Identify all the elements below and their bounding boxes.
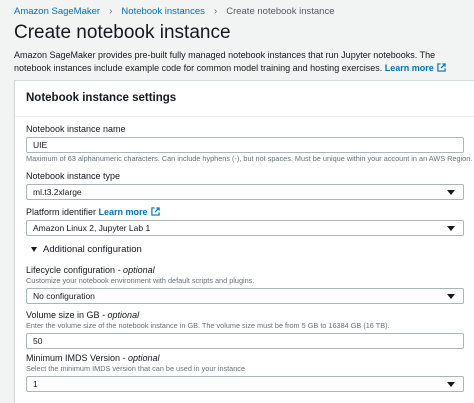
- platform-learn-more-label: Learn more: [98, 207, 148, 217]
- imds-hint: Select the minimum IMDS version that can…: [26, 364, 246, 373]
- lifecycle-hint: Customize your notebook environment with…: [26, 276, 255, 285]
- external-link-icon: [437, 62, 446, 72]
- instance-name-hint: Maximum of 63 alphanumeric characters. C…: [26, 154, 473, 163]
- imds-label: Minimum IMDS Version - optional: [26, 353, 464, 363]
- imds-field: Minimum IMDS Version - optional Select t…: [26, 353, 464, 392]
- breadcrumb-sagemaker[interactable]: Amazon SageMaker: [14, 6, 100, 17]
- lifecycle-value: No configuration: [33, 291, 95, 301]
- volume-input[interactable]: 50: [26, 333, 464, 349]
- instance-type-field: Notebook instance type ml.t3.2xlarge: [26, 171, 464, 200]
- page-description: Amazon SageMaker provides pre-built full…: [14, 49, 469, 74]
- breadcrumb-current: Create notebook instance: [226, 6, 335, 17]
- platform-label: Platform identifier Learn more: [26, 207, 464, 217]
- volume-field: Volume size in GB - optional Enter the v…: [26, 310, 464, 349]
- volume-hint: Enter the volume size of the notebook in…: [26, 321, 390, 330]
- instance-type-label: Notebook instance type: [26, 171, 121, 181]
- chevron-right-icon: ›: [213, 6, 218, 17]
- platform-value: Amazon Linux 2, Jupyter Lab 1: [33, 223, 151, 233]
- imds-value: 1: [33, 379, 38, 389]
- instance-name-field: Notebook instance name UIE Maximum of 63…: [26, 124, 473, 163]
- learn-more-label: Learn more: [384, 62, 434, 73]
- caret-down-icon: [447, 226, 455, 231]
- platform-learn-more-link[interactable]: Learn more: [99, 207, 160, 217]
- platform-label-text: Platform identifier: [26, 207, 97, 217]
- volume-optional: - optional: [99, 310, 140, 320]
- external-link-icon: [150, 207, 160, 216]
- caret-down-icon: [447, 294, 455, 299]
- imds-optional: - optional: [120, 353, 160, 363]
- instance-name-input[interactable]: UIE: [26, 137, 464, 153]
- lifecycle-label-text: Lifecycle configuration: [26, 265, 116, 275]
- lifecycle-label: Lifecycle configuration - optional: [26, 265, 464, 275]
- platform-select[interactable]: Amazon Linux 2, Jupyter Lab 1: [26, 220, 464, 236]
- panel-header: Notebook instance settings: [15, 81, 474, 117]
- settings-panel: Notebook instance settings Notebook inst…: [14, 80, 474, 403]
- additional-configuration-label: Additional configuration: [43, 244, 142, 255]
- triangle-down-icon: [31, 247, 37, 252]
- caret-down-icon: [447, 382, 455, 387]
- platform-field: Platform identifier Learn more Amazon Li…: [26, 207, 464, 236]
- volume-label: Volume size in GB - optional: [26, 310, 464, 320]
- volume-label-text: Volume size in GB: [26, 310, 100, 320]
- lifecycle-optional: - optional: [115, 265, 155, 275]
- instance-type-select[interactable]: ml.t3.2xlarge: [26, 184, 464, 200]
- chevron-right-icon: ›: [109, 6, 113, 17]
- learn-more-link[interactable]: Learn more: [385, 63, 446, 73]
- instance-type-value: ml.t3.2xlarge: [33, 187, 82, 197]
- page-title: Create notebook instance: [14, 22, 231, 43]
- additional-configuration-toggle[interactable]: Additional configuration: [26, 244, 142, 255]
- breadcrumb: Amazon SageMaker › Notebook instances › …: [14, 6, 335, 17]
- lifecycle-select[interactable]: No configuration: [26, 288, 464, 304]
- imds-select[interactable]: 1: [26, 376, 464, 392]
- caret-down-icon: [447, 190, 455, 195]
- lifecycle-field: Lifecycle configuration - optional Custo…: [26, 265, 464, 304]
- breadcrumb-notebook-instances[interactable]: Notebook instances: [121, 6, 204, 17]
- instance-name-label: Notebook instance name: [26, 124, 126, 134]
- page-description-text: Amazon SageMaker provides pre-built full…: [14, 50, 436, 73]
- imds-label-text: Minimum IMDS Version: [26, 353, 121, 363]
